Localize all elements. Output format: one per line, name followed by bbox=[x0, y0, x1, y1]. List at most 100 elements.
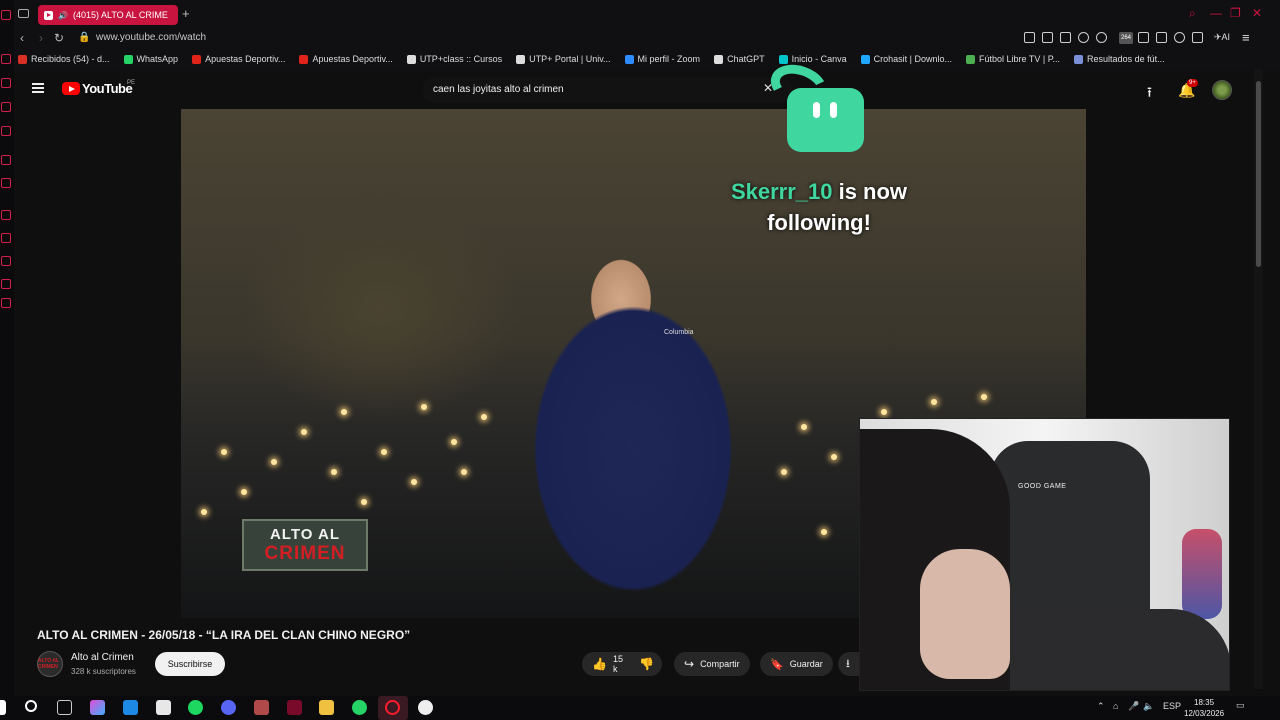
clock-time: 18:35 bbox=[1194, 698, 1215, 707]
maximize-button[interactable]: ❐ bbox=[1230, 6, 1241, 20]
play-icon[interactable] bbox=[1078, 32, 1089, 43]
bookmark-item[interactable]: Inicio - Canva bbox=[778, 54, 847, 64]
bookmark-label: ChatGPT bbox=[727, 54, 765, 64]
tab-active[interactable]: 🔊 (4015) ALTO AL CRIME bbox=[38, 5, 178, 25]
sidebar-app-icon[interactable] bbox=[1, 78, 11, 88]
hamburger-menu-icon[interactable] bbox=[32, 83, 44, 93]
notification-center-icon[interactable]: ▭ bbox=[1236, 700, 1245, 711]
opera-logo-icon[interactable] bbox=[1, 10, 11, 20]
pip-icon[interactable] bbox=[1138, 32, 1149, 43]
windows-start-icon[interactable] bbox=[0, 700, 6, 715]
upload-icon[interactable]: ⭱ bbox=[1147, 82, 1152, 106]
new-tab-button[interactable]: + bbox=[182, 6, 190, 21]
bookmark-item[interactable]: Resultados de fút... bbox=[1074, 54, 1165, 64]
bookmark-label: Crohasit | Downlo... bbox=[873, 54, 952, 64]
user-avatar[interactable] bbox=[1212, 80, 1232, 100]
search-input[interactable]: caen las joyitas alto al crimen bbox=[433, 84, 564, 95]
sidebar-app-icon[interactable] bbox=[1, 279, 11, 289]
reload-icon[interactable]: ↻ bbox=[54, 31, 64, 45]
store-icon[interactable] bbox=[156, 700, 171, 715]
scrollbar-thumb[interactable] bbox=[1256, 81, 1261, 267]
bookmark-favicon-icon bbox=[1074, 54, 1084, 64]
vpn-icon[interactable] bbox=[1060, 32, 1071, 43]
mic-icon[interactable]: 🎤 bbox=[1128, 701, 1139, 712]
aria-ai-button[interactable]: ✈AI bbox=[1214, 32, 1230, 43]
search-icon[interactable] bbox=[25, 700, 37, 712]
youtube-logo-icon[interactable] bbox=[62, 82, 80, 95]
page-scrollbar[interactable] bbox=[1254, 69, 1263, 689]
like-count[interactable]: 15 k bbox=[613, 654, 623, 674]
edge-icon[interactable] bbox=[123, 700, 138, 715]
share-button[interactable]: ↪ Compartir bbox=[674, 652, 750, 676]
sidebar-app-icon[interactable] bbox=[1, 102, 11, 112]
back-icon[interactable]: ‹ bbox=[20, 31, 24, 45]
spotify-icon[interactable] bbox=[188, 700, 203, 715]
sidebar-app-icon[interactable] bbox=[1, 256, 11, 266]
speaker-icon[interactable]: 🔊 bbox=[58, 11, 68, 20]
language-indicator[interactable]: ESP bbox=[1163, 701, 1181, 711]
whatsapp-icon[interactable] bbox=[352, 700, 367, 715]
bookmark-label: UTP+class :: Cursos bbox=[419, 54, 503, 64]
channel-avatar[interactable]: ALTO AL CRIMEN bbox=[37, 651, 63, 677]
sidebar-app-icon[interactable] bbox=[1, 155, 11, 165]
download-icon[interactable] bbox=[1192, 32, 1203, 43]
bookmark-item[interactable]: Fútbol Libre TV | P... bbox=[965, 54, 1060, 64]
app-icon[interactable] bbox=[287, 700, 302, 715]
search-box[interactable]: caen las joyitas alto al crimen ✕ bbox=[422, 77, 792, 103]
bookmark-label: Inicio - Canva bbox=[791, 54, 847, 64]
minimize-button[interactable]: — bbox=[1210, 6, 1222, 20]
sidebar-app-icon[interactable] bbox=[1, 233, 11, 243]
bookmark-item[interactable]: WhatsApp bbox=[123, 54, 179, 64]
country-code: PE bbox=[127, 80, 136, 86]
discord-icon[interactable] bbox=[221, 700, 236, 715]
clock[interactable]: 18:35 12/03/2026 bbox=[1184, 697, 1224, 719]
subscribe-button[interactable]: Suscribirse bbox=[155, 652, 225, 676]
like-icon[interactable]: 👍 bbox=[592, 657, 607, 671]
sidebar-app-icon[interactable] bbox=[1, 210, 11, 220]
pin-icon[interactable] bbox=[1024, 32, 1035, 43]
sidebar-app-icon[interactable] bbox=[1, 126, 11, 136]
dislike-icon[interactable]: 👎 bbox=[639, 657, 654, 671]
extensions-icon[interactable] bbox=[1156, 32, 1167, 43]
account-icon[interactable] bbox=[1174, 32, 1185, 43]
sidebar-app-icon[interactable] bbox=[1, 298, 11, 308]
bookmark-item[interactable]: Mi perfil - Zoom bbox=[624, 54, 700, 64]
app-icon[interactable] bbox=[254, 700, 269, 715]
task-view-icon[interactable] bbox=[57, 700, 72, 715]
opera-icon[interactable] bbox=[385, 700, 400, 715]
extension-badge[interactable]: 264 bbox=[1119, 32, 1133, 44]
save-button[interactable]: 🔖 Guardar bbox=[760, 652, 833, 676]
channel-name[interactable]: Alto al Crimen bbox=[71, 652, 134, 663]
file-explorer-icon[interactable] bbox=[319, 700, 334, 715]
workspaces-icon[interactable] bbox=[18, 9, 29, 18]
bookmark-item[interactable]: Recibidos (54) - d... bbox=[18, 54, 110, 64]
bookmark-label: WhatsApp bbox=[136, 54, 179, 64]
tray-icon[interactable]: ⌂ bbox=[1113, 701, 1118, 711]
bookmark-item[interactable]: UTP+ Portal | Univ... bbox=[516, 54, 611, 64]
follow-alert-mascot-icon bbox=[787, 88, 864, 152]
bookmark-item[interactable]: ChatGPT bbox=[714, 54, 765, 64]
forward-icon[interactable]: › bbox=[39, 31, 43, 45]
bookmark-favicon-icon bbox=[778, 54, 788, 64]
bookmark-label: Apuestas Deportiv... bbox=[205, 54, 286, 64]
menu-icon[interactable]: ≡ bbox=[1242, 30, 1250, 45]
search-tabs-icon[interactable]: ⌕ bbox=[1189, 6, 1196, 21]
youtube-wordmark[interactable]: YouTube bbox=[82, 81, 133, 96]
sidebar-app-icon[interactable] bbox=[1, 178, 11, 188]
volume-icon[interactable]: 🔈 bbox=[1143, 701, 1154, 712]
screenshot-icon[interactable] bbox=[1042, 32, 1053, 43]
bookmark-favicon-icon bbox=[714, 54, 724, 64]
tray-chevron-icon[interactable]: ⌃ bbox=[1097, 701, 1105, 712]
obs-icon[interactable] bbox=[418, 700, 433, 715]
copilot-icon[interactable] bbox=[90, 700, 105, 715]
channel-avatar-text: ALTO AL CRIMEN bbox=[38, 658, 59, 670]
sidebar-app-icon[interactable] bbox=[1, 54, 11, 64]
bookmark-item[interactable]: UTP+class :: Cursos bbox=[406, 54, 503, 64]
bookmark-item[interactable]: Apuestas Deportiv... bbox=[192, 54, 285, 64]
bookmark-favicon-icon bbox=[18, 54, 27, 64]
close-window-button[interactable]: ✕ bbox=[1252, 6, 1262, 20]
url-field[interactable]: www.youtube.com/watch bbox=[96, 32, 206, 43]
bookmark-item[interactable]: Crohasit | Downlo... bbox=[860, 54, 952, 64]
heart-icon[interactable] bbox=[1096, 32, 1107, 43]
bookmark-item[interactable]: Apuestas Deportiv... bbox=[299, 54, 393, 64]
